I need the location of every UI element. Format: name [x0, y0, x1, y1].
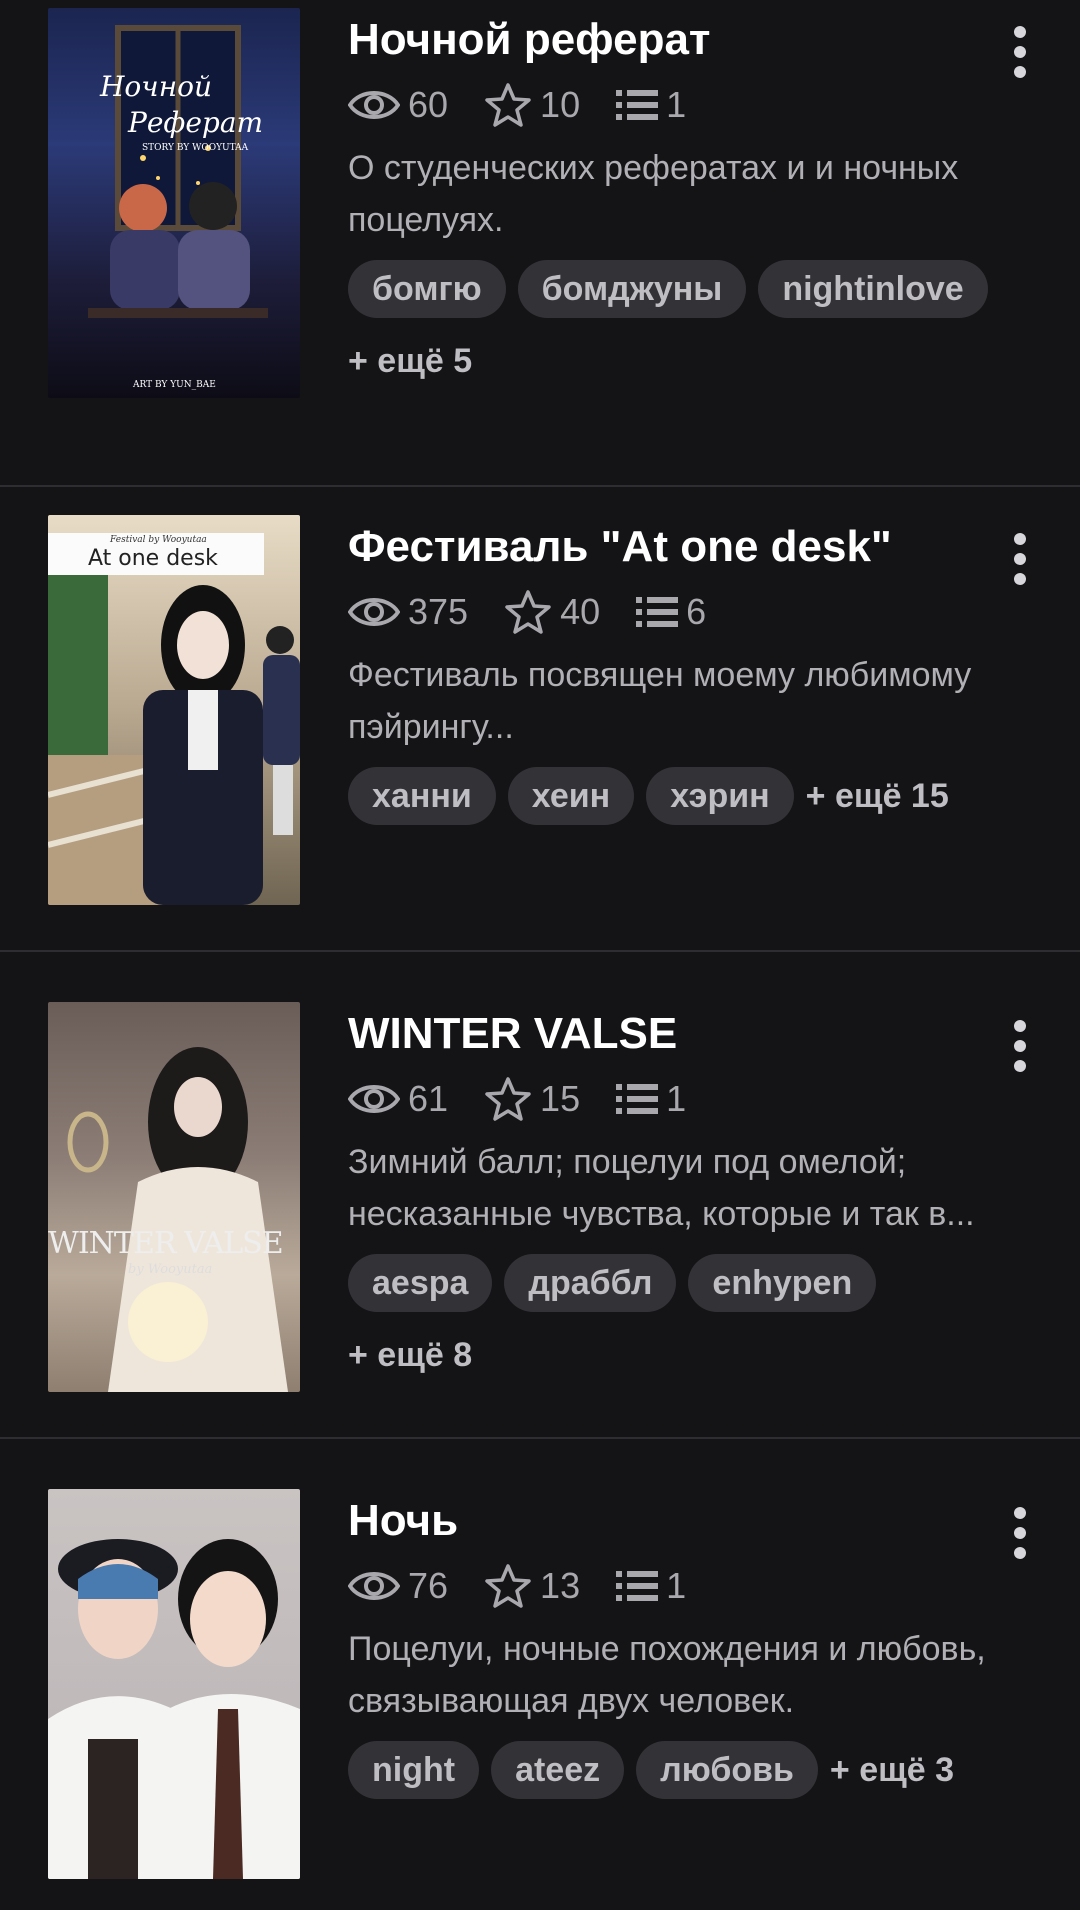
star-icon: [485, 1564, 531, 1608]
cover-title-line1: Ночной: [100, 70, 213, 103]
chapters-count: 1: [666, 1078, 687, 1119]
tag-list: night ateez любовь + ещё 3: [348, 1741, 1000, 1813]
story-title[interactable]: Ночь: [348, 1495, 1000, 1547]
stars-count: 15: [540, 1078, 581, 1119]
story-info: Ночь 76 13 1 Поцелуи, ночные похождения …: [348, 1495, 1000, 1813]
tag-chip[interactable]: aespa: [348, 1254, 493, 1312]
tag-chip[interactable]: night: [348, 1741, 480, 1799]
story-cover[interactable]: WINTER VALSE by Wooyutaa: [48, 1002, 300, 1392]
tag-chip[interactable]: хэрин: [646, 767, 794, 825]
views-count: 61: [408, 1078, 449, 1119]
stars-count: 13: [540, 1565, 581, 1606]
tag-chip[interactable]: любовь: [636, 1741, 818, 1799]
chapters-stat: 1: [616, 1078, 686, 1120]
views-stat: 375: [348, 591, 468, 633]
list-icon: [616, 1571, 659, 1601]
tag-list: ханни хеин хэрин + ещё 15: [348, 767, 1000, 839]
story-cover[interactable]: [48, 1489, 300, 1879]
story-card[interactable]: Ночной Реферат STORY BY WOOYUTAA ART BY …: [0, 0, 1080, 487]
chapters-count: 1: [666, 84, 687, 125]
more-options-icon[interactable]: [998, 22, 1042, 82]
chapters-count: 6: [686, 591, 707, 632]
list-icon: [616, 1084, 659, 1114]
views-count: 60: [408, 84, 449, 125]
story-description: Поцелуи, ночные похождения и любовь, свя…: [348, 1630, 986, 1720]
more-tags-link[interactable]: + ещё 3: [830, 1741, 954, 1799]
eye-icon: [348, 1085, 400, 1113]
story-title[interactable]: WINTER VALSE: [348, 1008, 1000, 1060]
cover-title: At one desk: [88, 546, 218, 571]
chapters-stat: 6: [636, 591, 706, 633]
cover-title-line2: Реферат: [128, 106, 264, 139]
views-stat: 61: [348, 1078, 448, 1120]
views-stat: 76: [348, 1565, 448, 1607]
list-icon: [616, 90, 659, 120]
views-count: 76: [408, 1565, 449, 1606]
more-options-icon[interactable]: [998, 1503, 1042, 1563]
views-stat: 60: [348, 84, 448, 126]
story-card[interactable]: Festival by Wooyutaa At one desk Фестива…: [0, 465, 1080, 952]
eye-icon: [348, 91, 400, 119]
chapters-stat: 1: [616, 84, 686, 126]
more-tags-link[interactable]: + ещё 5: [348, 332, 472, 390]
more-tags-link[interactable]: + ещё 15: [806, 767, 949, 825]
story-description: О студенческих рефератах и и ночных поце…: [348, 149, 959, 239]
story-stats: 60 10 1: [348, 80, 1000, 130]
views-count: 375: [408, 591, 469, 632]
story-description: Фестиваль посвящен моему любимому пэйрин…: [348, 656, 972, 746]
tag-chip[interactable]: бомджуны: [517, 260, 747, 318]
more-options-icon[interactable]: [998, 529, 1042, 589]
story-card[interactable]: WINTER VALSE by Wooyutaa WINTER VALSE 61…: [0, 952, 1080, 1439]
tag-chip[interactable]: драббл: [504, 1254, 677, 1312]
star-icon: [485, 1077, 531, 1121]
stars-stat: 10: [484, 82, 580, 128]
tag-chip[interactable]: ateez: [491, 1741, 625, 1799]
story-description: Зимний балл; поцелуи под омелой; несказа…: [348, 1143, 975, 1233]
story-stats: 76 13 1: [348, 1561, 1000, 1611]
stars-count: 10: [540, 84, 581, 125]
cover-subtitle: STORY BY WOOYUTAA: [142, 143, 249, 153]
chapters-count: 1: [666, 1565, 687, 1606]
stars-stat: 13: [484, 1563, 580, 1609]
tag-chip[interactable]: enhypen: [688, 1254, 877, 1312]
tag-chip[interactable]: хеин: [507, 767, 635, 825]
story-info: Ночной реферат 60 10 1 О студенческих ре…: [348, 14, 1000, 404]
story-info: WINTER VALSE 61 15 1 Зимний балл; поцелу…: [348, 1008, 1000, 1398]
stars-count: 40: [560, 591, 601, 632]
tag-list: бомгю бомджуны nightinlove + ещё 5: [348, 260, 1000, 404]
stars-stat: 40: [504, 589, 600, 635]
tag-list: aespa драббл enhypen + ещё 8: [348, 1254, 1000, 1398]
story-stats: 375 40 6: [348, 587, 1000, 637]
more-tags-link[interactable]: + ещё 8: [348, 1326, 472, 1384]
story-info: Фестиваль "At one desk" 375 40 6 Фестива…: [348, 521, 1000, 839]
cover-caption: Festival by Wooyutaa: [110, 535, 207, 545]
chapters-stat: 1: [616, 1565, 686, 1607]
stars-stat: 15: [484, 1076, 580, 1122]
story-title[interactable]: Фестиваль "At one desk": [348, 521, 1000, 573]
story-card[interactable]: Ночь 76 13 1 Поцелуи, ночные похождения …: [0, 1439, 1080, 1910]
story-stats: 61 15 1: [348, 1074, 1000, 1124]
list-icon: [636, 597, 679, 627]
story-cover[interactable]: Ночной Реферат STORY BY WOOYUTAA ART BY …: [48, 8, 300, 398]
eye-icon: [348, 598, 400, 626]
tag-chip[interactable]: бомгю: [348, 260, 506, 318]
star-icon: [485, 83, 531, 127]
cover-credit: ART BY YUN_BAE: [133, 380, 216, 390]
star-icon: [505, 590, 551, 634]
story-cover[interactable]: Festival by Wooyutaa At one desk: [48, 515, 300, 905]
story-list: Ночной Реферат STORY BY WOOYUTAA ART BY …: [0, 0, 1080, 1910]
cover-subtitle: by Wooyutaa: [128, 1262, 213, 1277]
story-title[interactable]: Ночной реферат: [348, 14, 1000, 66]
tag-chip[interactable]: ханни: [348, 767, 496, 825]
more-options-icon[interactable]: [998, 1016, 1042, 1076]
cover-title: WINTER VALSE: [48, 1226, 284, 1261]
eye-icon: [348, 1572, 400, 1600]
tag-chip[interactable]: nightinlove: [758, 260, 988, 318]
